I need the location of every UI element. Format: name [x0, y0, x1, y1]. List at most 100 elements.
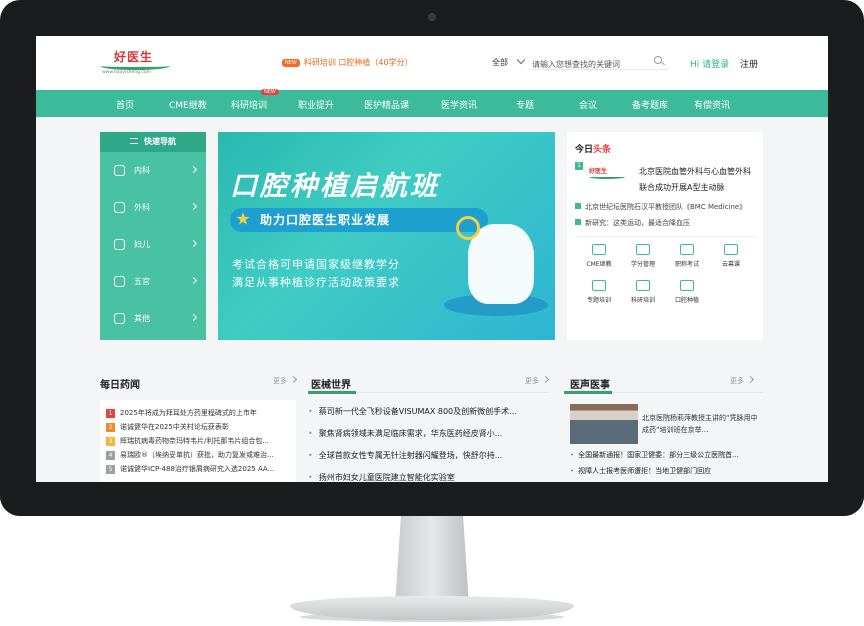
quick-nav-item-internal[interactable]: 内科 — [100, 152, 206, 189]
quick-nav-label: 内科 — [134, 166, 150, 175]
rank-badge: 5 — [106, 465, 115, 474]
tile-label: 学分管理 — [630, 261, 655, 268]
tooth-illustration — [468, 224, 534, 304]
headline-link[interactable]: 北京医院血管外科与心血管外科联合成功开展A型主动脉 — [639, 164, 757, 196]
section-title: 医声医事 — [570, 380, 610, 391]
promo-link[interactable]: NEW 科研培训 口腔种植（40学分） — [282, 57, 413, 68]
monitor-mockup: 好医生 www.haoyisheng.com NEW 科研培训 口腔种植（40学分… — [0, 0, 864, 626]
list-item[interactable]: 全球首款女性专属无针注射器闪耀登场，快舒尔持... — [308, 450, 542, 461]
daily-drug-news-section: 每日药闻 更多 1 2025年将成为拜耳处方药里程碑式的上市年 2 诺诚健华在202… — [100, 364, 296, 482]
menu-icon — [130, 138, 138, 144]
tile-cloud-course[interactable]: 云幕课 — [711, 244, 751, 268]
quick-nav-label: 外科 — [134, 203, 150, 212]
rank-1-badge: 1 — [575, 162, 583, 170]
nav-item-home[interactable]: 首页 — [116, 98, 134, 111]
rank-badge: 4 — [106, 451, 115, 460]
register-link[interactable]: 注册 — [740, 57, 758, 70]
chevron-right-icon — [189, 276, 198, 285]
magnifier-icon — [456, 216, 480, 240]
monitor-chin — [0, 482, 864, 516]
headline-thumbnail[interactable]: 好医生 — [589, 166, 629, 188]
chevron-right-icon — [189, 202, 198, 211]
list-item[interactable]: 1 2025年将成为拜耳处方药里程碑式的上市年 — [106, 408, 292, 418]
nav-item-cme[interactable]: CME继教 — [169, 98, 207, 111]
list-item[interactable]: 全国最新通报！国家卫健委：部分三级公立医院首... — [570, 450, 758, 460]
hero-banner[interactable]: 口腔种植启航班 助力口腔医生职业发展 考试合格可申请国家级继教学分 满足从事种植… — [218, 132, 555, 340]
logo-url: www.haoyisheng.com — [102, 70, 152, 75]
nav-item-career[interactable]: 职业提升 — [298, 98, 334, 111]
rank-badge: 2 — [106, 423, 115, 432]
nav-item-courses[interactable]: 医护精品课 — [364, 98, 409, 111]
tile-topic-training[interactable]: 专题培训 — [579, 280, 619, 304]
tile-label: 口腔种植 — [674, 297, 699, 304]
tile-implant[interactable]: 口腔种植 — [667, 280, 707, 304]
banner-text: 考试合格可申请国家级继教学分 满足从事种植诊疗活动政策要求 — [232, 256, 400, 292]
login-link[interactable]: Hi 请登录 — [690, 57, 729, 70]
doctor-voice-section: 医声医事 更多 北京医院杨莉萍教授主讲的“凭脉用中成药”培训班在京举... 全国… — [564, 364, 763, 482]
tile-label: CME继教 — [586, 261, 612, 268]
quick-nav-title: 快速导航 — [100, 132, 206, 152]
tile-label: 科研培训 — [630, 297, 655, 304]
list-item-text: 诺诚健华在2025中关村论坛获表彰 — [120, 423, 229, 431]
list-item[interactable]: 2 诺诚健华在2025中关村论坛获表彰 — [106, 422, 292, 432]
list-item[interactable]: 扬州市妇女儿童医院建立智能化实验室 — [308, 472, 542, 482]
exam-icon — [680, 244, 694, 255]
list-item-text: 诺诚健华ICP-488治疗银屑病研究入选2025 AA... — [120, 465, 275, 473]
video-icon — [724, 244, 738, 255]
quick-nav-title-text: 快速导航 — [144, 137, 176, 146]
nav-item-paid-info[interactable]: 有偿资讯 — [694, 98, 730, 111]
quick-nav-item-surgery[interactable]: 外科 — [100, 189, 206, 226]
rank-badge: 3 — [106, 437, 115, 446]
list-item[interactable]: 视障人士报考医师遭拒！当地卫健部门回应 — [570, 466, 758, 476]
bullet-icon — [575, 203, 581, 209]
quick-nav-panel: 快速导航 内科 外科 妇儿 五官 其他 — [100, 132, 206, 340]
headlines-title-a: 今日 — [575, 145, 594, 155]
list-item[interactable]: 蔡司新一代全飞秒设备VISUMAX 800及创新微创手术... — [308, 406, 542, 417]
more-link[interactable]: 更多 — [730, 376, 753, 386]
divider — [575, 236, 757, 237]
site-logo[interactable]: 好医生 www.haoyisheng.com — [100, 48, 170, 78]
more-link[interactable]: 更多 — [525, 376, 548, 386]
logo-swoosh-icon — [589, 175, 625, 179]
scissors-icon — [114, 202, 125, 213]
search-box — [532, 52, 668, 74]
search-scope-select[interactable]: 全部 — [492, 55, 526, 68]
device-world-section: 医械世界 更多 蔡司新一代全飞秒设备VISUMAX 800及创新微创手术... … — [308, 364, 548, 482]
chevron-right-icon — [189, 313, 198, 322]
quick-nav-item-other[interactable]: 其他 — [100, 300, 206, 337]
quick-nav-item-obgyn-pediatrics[interactable]: 妇儿 — [100, 226, 206, 263]
heart-icon — [114, 165, 125, 176]
tile-cme[interactable]: CME继教 — [579, 244, 619, 268]
banner-title: 口腔种植启航班 — [230, 171, 440, 202]
quick-nav-label: 五官 — [134, 277, 150, 286]
search-icon[interactable] — [654, 56, 662, 64]
photo-caption-link[interactable]: 北京医院杨莉萍教授主讲的“凭脉用中成药”培训班在京举... — [642, 412, 758, 436]
list-item[interactable]: 聚焦肾病领域未满足临床需求，华东医药经皮肾小... — [308, 428, 542, 439]
tile-credit[interactable]: 学分管理 — [623, 244, 663, 268]
tile-label: 云幕课 — [721, 261, 740, 268]
banner-line: 考试合格可申请国家级继教学分 — [232, 258, 400, 271]
section-accent — [308, 391, 356, 394]
list-item[interactable]: 5 诺诚健华ICP-488治疗银屑病研究入选2025 AA... — [106, 464, 292, 474]
nav-item-question-bank[interactable]: 备考题库 — [632, 98, 668, 111]
headline-item[interactable]: 新研究：这类运动，最适合降血压 — [575, 218, 757, 228]
list-item[interactable]: 3 辉瑞抗病毒药物奈玛特韦片/利托那韦片组合包... — [106, 436, 292, 446]
medical-kit-icon — [114, 313, 125, 324]
nav-item-research[interactable]: 科研培训 NEW — [231, 89, 279, 111]
nav-item-news[interactable]: 医学资讯 — [441, 98, 477, 111]
more-link[interactable]: 更多 — [273, 376, 296, 386]
tile-research[interactable]: 科研培训 — [623, 280, 663, 304]
search-input[interactable] — [532, 55, 642, 74]
headline-item[interactable]: 北京世纪坛医院石汉平教授团队《BMC Medicine》 — [575, 202, 757, 212]
headlines-title-b: 头条 — [593, 145, 612, 155]
tile-exam[interactable]: 职称考试 — [667, 244, 707, 268]
nav-item-topics[interactable]: 专题 — [516, 98, 534, 111]
list-item[interactable]: 4 易瑞欧®（埃纳妥单抗）获批，助力复发或难治... — [106, 450, 292, 460]
nav-item-meetings[interactable]: 会议 — [579, 98, 597, 111]
news-photo[interactable] — [570, 404, 638, 444]
monitor-stand-base — [290, 596, 574, 620]
chevron-right-icon — [189, 165, 198, 174]
browser-screen: 好医生 www.haoyisheng.com NEW 科研培训 口腔种植（40学分… — [36, 36, 828, 482]
quick-nav-item-ent[interactable]: 五官 — [100, 263, 206, 300]
list-item-text: 2025年将成为拜耳处方药里程碑式的上市年 — [120, 409, 257, 417]
